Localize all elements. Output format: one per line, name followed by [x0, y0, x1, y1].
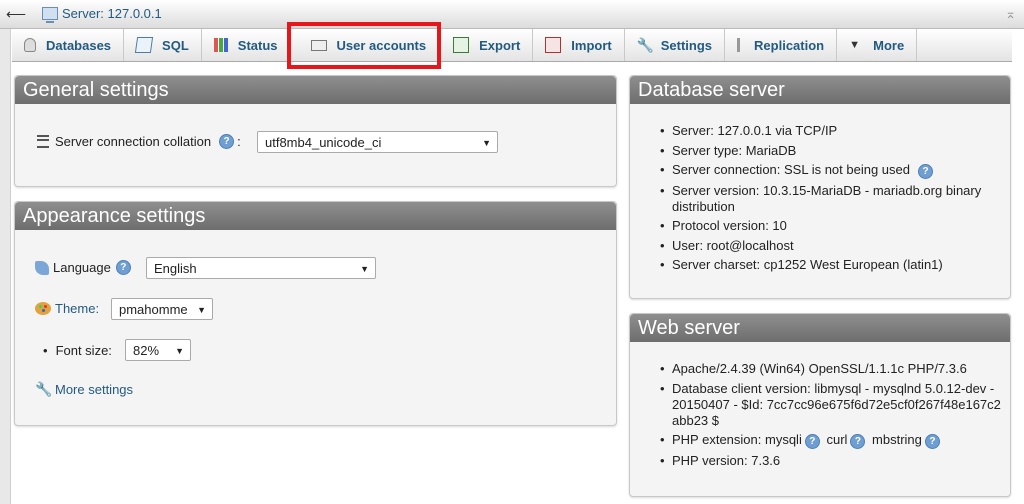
language-icon [35, 260, 49, 275]
top-bar: ⟵ Server: 127.0.0.1 ⌅ [0, 0, 1024, 29]
chevron-down-icon: ▼ [360, 264, 369, 274]
collation-icon [37, 135, 49, 148]
language-row: Language ? [35, 260, 134, 275]
colon: : [237, 134, 241, 149]
sql-icon [134, 37, 154, 53]
tab-label: SQL [162, 37, 189, 53]
tab-label: Settings [660, 37, 713, 53]
theme-row: Theme: [35, 301, 99, 316]
theme-select[interactable]: pmahomme ▼ [111, 298, 213, 320]
breadcrumb-server-label: Server: 127.0.0.1 [62, 6, 162, 21]
server-icon [42, 7, 58, 23]
tab-status[interactable]: Status [202, 29, 291, 61]
wrench-icon: 🔧 [35, 381, 53, 397]
panel-title: General settings [15, 76, 616, 104]
tab-replication[interactable]: Replication [725, 29, 838, 61]
highlight-box-annotation [287, 22, 441, 69]
tab-import[interactable]: Import [533, 29, 625, 61]
tab-databases[interactable]: Databases [12, 29, 125, 61]
list-item: Apache/2.4.39 (Win64) OpenSSL/1.1.1c PHP… [660, 361, 1005, 377]
language-value: English [154, 261, 197, 276]
collation-value: utf8mb4_unicode_ci [265, 135, 382, 150]
ssl-text: Server connection: SSL is not being used [672, 162, 910, 177]
list-item: Server type: MariaDB [660, 143, 1005, 159]
list-item: Protocol version: 10 [660, 218, 1005, 234]
tab-label: Replication [754, 37, 825, 53]
help-icon[interactable]: ? [918, 164, 933, 179]
tab-label: Databases [46, 37, 112, 53]
chevron-down-icon: ▼ [482, 138, 491, 148]
more-settings-row: 🔧 More settings [35, 381, 133, 398]
php-extension-label: PHP extension: [672, 432, 762, 447]
panel-title: Web server [630, 314, 1010, 342]
php-ext-mysqli: mysqli [765, 432, 802, 447]
tab-export[interactable]: Export [441, 29, 534, 61]
font-size-label: Font size: [55, 343, 112, 358]
help-icon[interactable]: ? [924, 434, 940, 449]
main-tabs: Databases SQL Status User accounts Expor… [12, 29, 1012, 62]
database-server-list: Server: 127.0.0.1 via TCP/IP Server type… [660, 123, 1005, 277]
font-size-value: 82% [133, 343, 160, 358]
appearance-settings-panel: Appearance settings Language ? English ▼ … [14, 201, 617, 426]
more-settings-link[interactable]: More settings [55, 382, 133, 397]
database-icon [24, 38, 36, 52]
tab-more[interactable]: ▼ More [837, 29, 918, 61]
chevron-down-icon: ▼ [175, 346, 184, 356]
help-icon[interactable]: ? [115, 260, 131, 275]
import-icon [545, 37, 562, 53]
list-item: PHP extension: mysqli? curl? mbstring? [660, 432, 1005, 449]
list-item: User: root@localhost [660, 238, 1005, 254]
help-icon[interactable]: ? [850, 434, 866, 449]
language-label: Language [53, 260, 111, 275]
back-arrow-icon[interactable]: ⟵ [6, 5, 26, 23]
panel-title: Database server [630, 76, 1010, 104]
bullet: • [43, 343, 48, 358]
tab-label: Import [571, 37, 612, 53]
tab-sql[interactable]: SQL [124, 29, 202, 61]
list-item: Server version: 10.3.15-MariaDB - mariad… [660, 183, 1005, 215]
theme-link[interactable]: Theme: [55, 301, 99, 316]
triangle-down-icon: ▼ [849, 39, 860, 51]
tab-settings[interactable]: 🔧 Settings [625, 29, 726, 61]
help-icon[interactable]: ? [219, 134, 235, 149]
panel-title: Appearance settings [15, 202, 616, 230]
php-ext-mbstring: mbstring [872, 432, 922, 447]
collapse-top-icon[interactable]: ⌅ [1005, 6, 1016, 22]
chevron-down-icon: ▼ [197, 305, 206, 315]
database-server-panel: Database server Server: 127.0.0.1 via TC… [629, 75, 1011, 299]
web-server-list: Apache/2.4.39 (Win64) OpenSSL/1.1.1c PHP… [660, 361, 1005, 472]
collation-label: Server connection collation [55, 134, 212, 149]
font-size-row: • Font size: [43, 343, 112, 358]
font-size-select[interactable]: 82% ▼ [125, 339, 191, 361]
status-icon [213, 38, 228, 52]
web-server-panel: Web server Apache/2.4.39 (Win64) OpenSSL… [629, 313, 1011, 497]
php-ext-curl: curl [826, 432, 848, 447]
list-item: Server charset: cp1252 West European (la… [660, 257, 1005, 273]
tab-label: Status [237, 37, 278, 53]
language-select[interactable]: English ▼ [146, 257, 376, 279]
tab-label: More [873, 37, 905, 53]
collation-row: Server connection collation ?: [37, 134, 241, 149]
list-item: Database client version: libmysql - mysq… [660, 381, 1005, 429]
replication-icon [737, 38, 744, 52]
help-icon[interactable]: ? [804, 434, 820, 449]
list-item: Server connection: SSL is not being used… [660, 162, 1005, 179]
list-item: Server: 127.0.0.1 via TCP/IP [660, 123, 1005, 139]
collation-select[interactable]: utf8mb4_unicode_ci ▼ [257, 131, 498, 153]
wrench-icon: 🔧 [636, 37, 655, 53]
export-icon [453, 37, 470, 53]
theme-value: pmahomme [119, 302, 188, 317]
navigation-collapse-strip[interactable] [0, 0, 11, 504]
palette-icon [35, 302, 51, 315]
breadcrumb-server[interactable]: Server: 127.0.0.1 [42, 6, 162, 23]
general-settings-panel: General settings Server connection colla… [14, 75, 617, 187]
tab-label: Export [479, 37, 521, 53]
list-item: PHP version: 7.3.6 [660, 453, 1005, 469]
